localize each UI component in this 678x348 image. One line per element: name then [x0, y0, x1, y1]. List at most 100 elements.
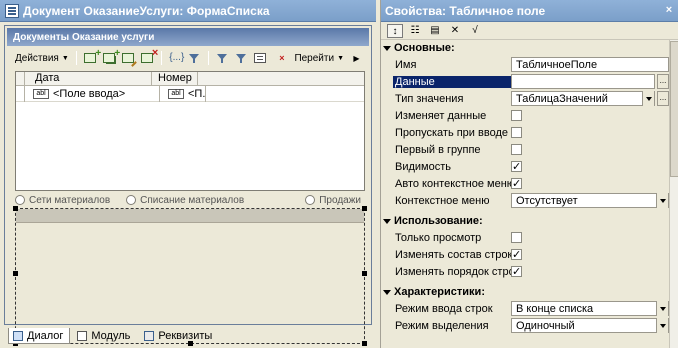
categories-icon[interactable]: ☷: [407, 24, 423, 38]
expand-arrow-icon[interactable]: [383, 45, 391, 51]
delete-icon: [141, 47, 158, 63]
properties-title: Свойства: Табличное поле: [385, 3, 546, 18]
cell-date-text: <Поле ввода>: [53, 88, 126, 100]
property-input[interactable]: ТабличноеПоле: [511, 57, 669, 72]
expand-arrow-icon[interactable]: [383, 289, 391, 295]
property-row[interactable]: Пропускать при вводе: [381, 124, 669, 141]
checkbox[interactable]: [511, 232, 522, 243]
resize-handle[interactable]: [362, 271, 367, 276]
checkbox[interactable]: [511, 144, 522, 155]
property-row[interactable]: Режим выделения Одиночный: [381, 317, 669, 334]
resize-handle[interactable]: [362, 206, 367, 211]
property-row[interactable]: Тип значения ТаблицаЗначений...: [381, 90, 669, 107]
filter-icon: [216, 53, 228, 63]
radio-option[interactable]: Продажи: [305, 195, 361, 206]
filter-off-icon: [273, 53, 285, 63]
property-label: Режим выделения: [395, 319, 489, 332]
chevron-down-icon[interactable]: [656, 318, 668, 333]
properties-icon[interactable]: ▤: [427, 24, 443, 38]
property-row[interactable]: Авто контекстное меню: [381, 175, 669, 192]
chevron-down-icon[interactable]: [642, 91, 654, 106]
filter-off-button[interactable]: [271, 50, 288, 66]
interval-button[interactable]: {...}: [167, 50, 184, 66]
property-row[interactable]: Данные...: [381, 73, 669, 90]
goto-menu-label: Перейти: [294, 52, 335, 64]
property-row[interactable]: Изменяет данные: [381, 107, 669, 124]
property-value: ...: [511, 74, 669, 89]
chevron-down-icon[interactable]: [656, 301, 668, 316]
property-row[interactable]: Контекстное меню Отсутствует: [381, 192, 669, 209]
scrollbar-thumb[interactable]: [670, 41, 678, 177]
property-select[interactable]: Одиночный: [511, 318, 669, 333]
resize-handle[interactable]: [13, 271, 18, 276]
property-section[interactable]: Использование:: [381, 213, 669, 229]
radio-label: Сети материалов: [29, 194, 111, 206]
check-icon[interactable]: √: [467, 24, 483, 38]
property-select[interactable]: Отсутствует: [511, 193, 669, 208]
resize-handle[interactable]: [13, 206, 18, 211]
add-button[interactable]: [82, 48, 101, 66]
checkbox[interactable]: [511, 110, 522, 121]
expand-arrow-icon[interactable]: [383, 218, 391, 224]
tab-dialog[interactable]: Диалог: [8, 328, 71, 344]
close-icon[interactable]: ×: [662, 4, 676, 18]
property-value: ТаблицаЗначений...: [511, 91, 669, 106]
filter-button[interactable]: [214, 50, 231, 66]
table-row[interactable]: abl <Поле ввода> abl <П...: [16, 86, 364, 102]
property-row[interactable]: Видимость: [381, 158, 669, 175]
tab-attributes[interactable]: Реквизиты: [139, 328, 219, 344]
property-row[interactable]: Изменять порядок строк: [381, 263, 669, 280]
selected-panel[interactable]: [13, 206, 367, 346]
property-input[interactable]: [511, 74, 655, 89]
property-section[interactable]: Основные:: [381, 40, 669, 56]
table-field[interactable]: Дата Номер abl <Поле ввода> abl <П...: [15, 71, 365, 191]
actions-menu[interactable]: Действия ▼: [13, 53, 71, 64]
delete-button[interactable]: [139, 47, 158, 66]
property-row[interactable]: Изменять состав строк: [381, 246, 669, 263]
edit-button[interactable]: [120, 50, 137, 66]
filter-list-button[interactable]: [233, 50, 250, 66]
cell-number[interactable]: abl <П...: [160, 86, 206, 102]
designer-title-bar[interactable]: Документ ОказаниеУслуги: ФормаСписка: [0, 0, 376, 22]
column-header-number[interactable]: Номер: [152, 72, 198, 86]
ellipsis-button[interactable]: ...: [657, 91, 669, 106]
property-label: Пропускать при вводе: [395, 126, 508, 139]
property-select[interactable]: В конце списка: [511, 301, 669, 316]
form-canvas[interactable]: Документы Оказание услуги Действия ▼ {..…: [4, 25, 372, 346]
property-row[interactable]: Первый в группе: [381, 141, 669, 158]
copy-button[interactable]: [101, 48, 120, 66]
property-section[interactable]: Характеристики:: [381, 284, 669, 300]
property-label: Видимость: [395, 160, 451, 173]
property-row[interactable]: Режим ввода строк В конце списка: [381, 300, 669, 317]
ellipsis-button[interactable]: ...: [657, 74, 669, 89]
cell-date[interactable]: abl <Поле ввода>: [24, 86, 160, 102]
property-value: [511, 125, 669, 140]
chevron-down-icon: ▼: [337, 54, 344, 62]
checkbox-checked[interactable]: [511, 160, 522, 173]
radio-group: Сети материалов Списание материалов Прод…: [15, 192, 365, 208]
close-icon[interactable]: ✕: [447, 24, 463, 38]
property-row[interactable]: Только просмотр: [381, 229, 669, 246]
chevron-down-icon[interactable]: [656, 193, 668, 208]
checkbox-checked[interactable]: [511, 177, 522, 190]
checkbox-checked[interactable]: [511, 248, 522, 261]
sort-icon[interactable]: ↕: [387, 23, 403, 38]
more-button[interactable]: ▶: [348, 50, 365, 66]
property-row[interactable]: Имя ТабличноеПоле: [381, 56, 669, 73]
actions-menu-label: Действия: [15, 52, 59, 64]
goto-menu[interactable]: Перейти ▼: [292, 53, 346, 64]
designer-title: Документ ОказаниеУслуги: ФормаСписка: [23, 3, 270, 18]
radio-option[interactable]: Списание материалов: [126, 195, 244, 206]
toolbar-separator: [207, 51, 209, 65]
structure-button[interactable]: [252, 50, 269, 66]
property-select[interactable]: ТаблицаЗначений: [511, 91, 655, 106]
column-header-date[interactable]: Дата: [24, 72, 152, 86]
checkbox-checked[interactable]: [511, 265, 522, 278]
checkbox[interactable]: [511, 127, 522, 138]
properties-title-bar[interactable]: Свойства: Табличное поле ×: [381, 0, 678, 22]
chevron-down-icon: ▼: [61, 54, 69, 62]
section-title: Использование:: [394, 215, 483, 227]
search-button[interactable]: [186, 50, 203, 66]
tab-module[interactable]: Модуль: [72, 328, 137, 344]
radio-option[interactable]: Сети материалов: [15, 195, 110, 206]
